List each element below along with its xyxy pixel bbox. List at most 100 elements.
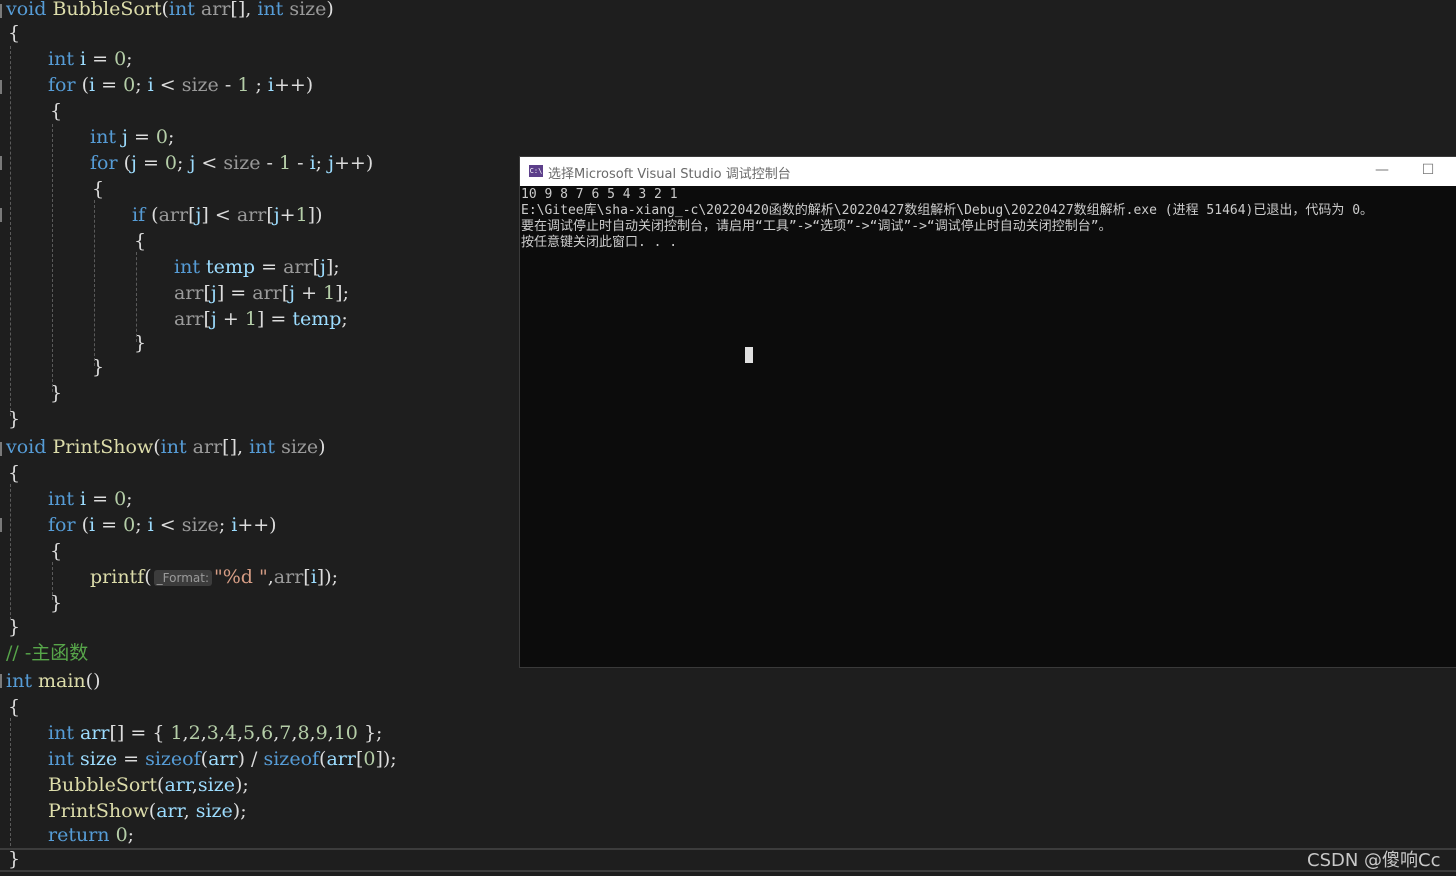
keyword-token: int [6, 670, 32, 692]
code-line[interactable]: void PrintShow(int arr[], int size) [6, 434, 326, 460]
punctuation-token: [ [266, 204, 274, 226]
code-line[interactable]: int main() [6, 668, 101, 694]
number-token: 0 [123, 514, 136, 536]
number-token: 1 [237, 74, 250, 96]
keyword-token: int [48, 488, 74, 510]
punctuation-token: ]); [316, 566, 339, 588]
code-line[interactable]: void BubbleSort(int arr[], int size) [6, 0, 334, 22]
fold-marker[interactable] [0, 80, 2, 94]
console-output[interactable]: 10 9 8 7 6 5 4 3 2 1 E:\Gitee库\sha-xiang… [520, 187, 1456, 665]
parameter-token: arr [236, 204, 267, 226]
number-token: 2 [188, 722, 201, 744]
code-line[interactable]: int i = 0; [48, 46, 133, 72]
string-token: "%d " [214, 566, 268, 588]
code-line[interactable]: { [8, 460, 20, 486]
parameter-token: size [289, 0, 327, 20]
punctuation-token: ; [218, 514, 232, 536]
parameter-token: arr [200, 0, 231, 20]
console-output-line: 10 9 8 7 6 5 4 3 2 1 [521, 187, 678, 202]
punctuation-token: () [85, 670, 101, 692]
punctuation-token: = [95, 74, 124, 96]
punctuation-token: + [295, 282, 324, 304]
punctuation-token: ) [318, 436, 326, 458]
debug-console-window[interactable]: C:\ 选择Microsoft Visual Studio 调试控制台 — ☐ … [519, 156, 1456, 668]
code-line[interactable]: arr[j + 1] = temp; [174, 306, 348, 332]
code-line[interactable]: int temp = arr[j]; [174, 254, 340, 280]
fold-marker[interactable] [0, 156, 2, 170]
keyword-token: int [48, 748, 74, 770]
code-line[interactable]: { [50, 98, 62, 124]
code-line[interactable]: BubbleSort(arr,size); [48, 772, 249, 798]
code-line[interactable]: { [92, 176, 104, 202]
keyword-token: int [160, 436, 187, 458]
code-line[interactable]: return 0; [48, 822, 134, 848]
maximize-icon[interactable]: ☐ [1406, 157, 1450, 186]
indent-guide [10, 46, 11, 416]
punctuation-token: }; [357, 722, 383, 744]
punctuation-token: ; [126, 488, 133, 510]
code-line[interactable]: { [134, 228, 146, 254]
punctuation-token: ( [145, 204, 159, 226]
code-line[interactable]: int size = sizeof(arr) / sizeof(arr[0]); [48, 746, 397, 772]
code-line[interactable]: // -主函数 [6, 640, 88, 666]
punctuation-token: < [153, 74, 182, 96]
function-token: PrintShow [52, 436, 154, 458]
code-line[interactable]: int i = 0; [48, 486, 133, 512]
punctuation-token: = [255, 256, 284, 278]
punctuation-token: = [136, 152, 165, 174]
code-line[interactable]: for (i = 0; i < size - 1 ; i++) [48, 72, 313, 98]
punctuation-token: { [8, 22, 21, 44]
code-line[interactable]: for (i = 0; i < size; i++) [48, 512, 277, 538]
keyword-token: int [48, 722, 74, 744]
horizontal-scrollbar-track[interactable] [0, 848, 1456, 850]
indent-guide [10, 484, 11, 620]
variable-token: arr [164, 774, 192, 796]
keyword-token: for [48, 74, 76, 96]
code-line[interactable]: for (j = 0; j < size - 1 - i; j++) [90, 150, 373, 176]
indent-guide [94, 200, 95, 366]
number-token: 0 [155, 126, 168, 148]
punctuation-token: ; [135, 74, 148, 96]
number-token: 0 [123, 74, 136, 96]
punctuation-token: ( [117, 152, 132, 174]
code-line[interactable]: int arr[] = { 1,2,3,4,5,6,7,8,9,10 }; [48, 720, 382, 746]
punctuation-token: [ [312, 256, 320, 278]
parameter-hint: _Format: [153, 570, 212, 586]
punctuation-token: < [153, 514, 182, 536]
minimize-icon[interactable]: — [1360, 157, 1404, 186]
punctuation-token: ++) [237, 514, 277, 536]
fold-marker[interactable] [0, 4, 2, 18]
punctuation-token: ( [153, 436, 161, 458]
function-token: BubbleSort [52, 0, 162, 20]
variable-token: size [195, 800, 233, 822]
code-line[interactable]: if (arr[j] < arr[j+1]) [132, 202, 322, 228]
punctuation-token: ; [177, 152, 190, 174]
code-line[interactable]: { [8, 694, 20, 720]
code-line[interactable]: PrintShow(arr, size); [48, 798, 247, 824]
variable-token: arr [80, 722, 110, 744]
punctuation-token: ++) [334, 152, 374, 174]
number-token: 0 [114, 488, 127, 510]
punctuation-token: + [216, 308, 245, 330]
code-line[interactable]: { [8, 20, 20, 46]
punctuation-token: { [50, 540, 63, 562]
number-token: 0 [115, 824, 128, 846]
code-line[interactable]: int j = 0; [90, 124, 174, 150]
fold-marker[interactable] [0, 674, 2, 688]
parameter-token: arr [252, 282, 282, 304]
punctuation-token: ); [235, 774, 249, 796]
code-line[interactable]: printf(_Format: "%d ",arr[i]); [90, 564, 338, 590]
punctuation-token: ) / [237, 748, 264, 770]
code-line[interactable]: arr[j] = arr[j + 1]; [174, 280, 349, 306]
number-token: 1 [278, 152, 292, 174]
code-line[interactable]: { [50, 538, 62, 564]
number-token: 3 [206, 722, 219, 744]
punctuation-token: [ [203, 308, 211, 330]
punctuation-token: + [279, 204, 296, 226]
punctuation-token: - [260, 152, 279, 174]
fold-marker[interactable] [0, 442, 2, 456]
console-output-line: E:\Gitee库\sha-xiang_-c\20220420函数的解析\202… [521, 203, 1374, 218]
console-titlebar[interactable]: C:\ 选择Microsoft Visual Studio 调试控制台 — ☐ [520, 157, 1456, 186]
fold-marker[interactable] [0, 208, 2, 222]
fold-marker[interactable] [0, 518, 2, 532]
